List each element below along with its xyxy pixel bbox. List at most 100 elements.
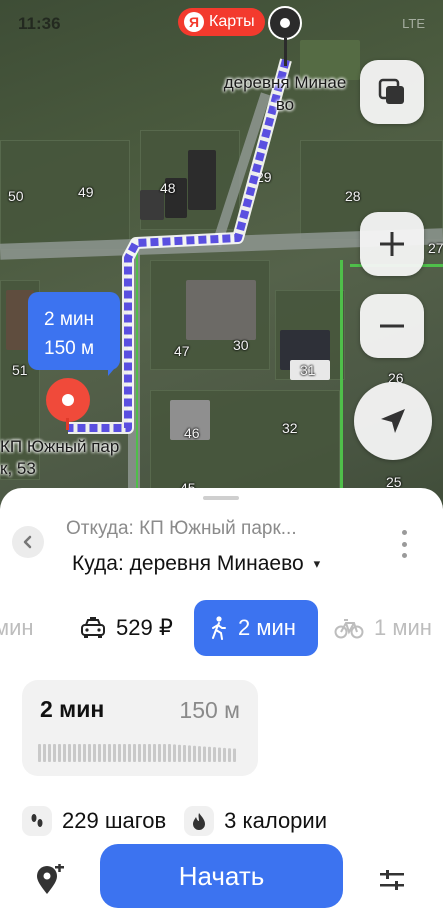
from-field[interactable]: Откуда: КП Южный парк... <box>66 518 297 540</box>
elevation-bar <box>158 744 161 762</box>
elevation-bar <box>163 744 166 762</box>
tab-walk[interactable]: 2 мин <box>194 600 318 656</box>
elevation-bar <box>78 744 81 762</box>
elevation-bar <box>213 747 216 762</box>
status-time: 11:36 <box>18 14 61 33</box>
elevation-bar <box>228 748 231 762</box>
elevation-bar <box>73 744 76 762</box>
calories-count: 3 калории <box>224 808 327 833</box>
taxi-icon <box>81 617 105 638</box>
zoom-out-button[interactable] <box>360 294 424 358</box>
elevation-bar <box>43 744 46 762</box>
elevation-profile <box>38 744 236 762</box>
zoom-in-button[interactable] <box>360 212 424 276</box>
footprints-icon <box>22 806 52 836</box>
elevation-bar <box>58 744 61 762</box>
walk-icon <box>212 616 226 640</box>
bike-icon <box>334 619 364 639</box>
sheet-grabber[interactable] <box>203 496 239 500</box>
more-dot-icon <box>401 530 407 535</box>
chevron-left-icon <box>23 535 32 549</box>
elevation-bar <box>108 744 111 762</box>
elevation-bar <box>188 745 191 762</box>
tab-label: 1 мин <box>374 615 432 640</box>
destination-label-line: деревня Минае <box>223 73 347 92</box>
elevation-bar <box>178 744 181 762</box>
more-dot-icon <box>401 553 407 558</box>
elevation-bar <box>63 744 66 762</box>
route-distance: 150 м <box>179 697 240 723</box>
elevation-bar <box>208 746 211 762</box>
elevation-bar <box>88 744 91 762</box>
tab-bike[interactable]: 1 мин <box>334 600 432 656</box>
elevation-bar <box>148 744 151 762</box>
elevation-bar <box>198 746 201 762</box>
elevation-bar <box>193 745 196 762</box>
destination-label: деревня Минае во <box>200 72 370 116</box>
route-info-bubble[interactable]: 2 мин 150 м <box>28 292 120 376</box>
route-settings-button[interactable] <box>372 860 412 900</box>
origin-label-line: КП Южный пар <box>0 437 120 456</box>
elevation-bar <box>83 744 86 762</box>
yandex-maps-badge: Я Карты <box>178 8 265 36</box>
add-location-icon <box>37 864 64 894</box>
elevation-bar <box>133 744 136 762</box>
elevation-bar <box>233 748 236 762</box>
locate-button[interactable] <box>354 382 432 460</box>
bubble-time: 2 мин <box>44 309 95 330</box>
elevation-bar <box>98 744 101 762</box>
route-time: 2 мин <box>40 696 105 722</box>
elevation-bar <box>48 744 51 762</box>
locate-icon <box>381 409 405 433</box>
elevation-bar <box>173 744 176 762</box>
back-button[interactable] <box>12 526 44 558</box>
yandex-logo-icon: Я <box>184 12 204 32</box>
elevation-bar <box>118 744 121 762</box>
tab-label: мин <box>0 615 34 640</box>
more-options-button[interactable] <box>398 530 410 558</box>
elevation-bar <box>153 744 156 762</box>
elevation-bar <box>203 746 206 762</box>
to-field-label: Куда: деревня Минаево <box>72 552 304 575</box>
elevation-bar <box>223 747 226 762</box>
more-dot-icon <box>401 541 407 547</box>
zoom-in-icon <box>380 232 404 256</box>
route-sheet: Откуда: КП Южный парк... Куда: деревня М… <box>0 488 443 910</box>
destination-label-line: во <box>275 95 295 114</box>
to-field[interactable]: Куда: деревня Минаево ▾ <box>72 552 320 576</box>
zoom-out-icon <box>380 324 404 328</box>
origin-pin-icon[interactable] <box>46 378 90 430</box>
dropdown-triangle-icon: ▾ <box>313 556 321 571</box>
tab-label: 2 мин <box>238 615 296 640</box>
route-option-card[interactable]: 2 мин 150 м <box>22 680 258 776</box>
layers-button[interactable] <box>360 60 424 124</box>
elevation-bar <box>168 744 171 762</box>
network-indicator: LTE <box>402 16 425 31</box>
elevation-bar <box>103 744 106 762</box>
tab-previous-mode[interactable]: мин <box>0 600 34 656</box>
elevation-bar <box>143 744 146 762</box>
origin-label-line: к, 53 <box>0 459 36 478</box>
flame-icon <box>184 806 215 836</box>
bubble-distance: 150 м <box>44 338 95 359</box>
elevation-bar <box>68 744 71 762</box>
elevation-bar <box>218 747 221 762</box>
route-stats: 229 шагов 3 калории <box>22 806 327 836</box>
brand-label: Карты <box>209 13 255 30</box>
elevation-bar <box>93 744 96 762</box>
tab-label: 529 ₽ <box>116 615 173 640</box>
elevation-bar <box>123 744 126 762</box>
add-waypoint-button[interactable] <box>30 860 70 900</box>
start-button[interactable]: Начать <box>100 844 343 908</box>
elevation-bar <box>113 744 116 762</box>
elevation-bar <box>38 744 41 762</box>
map-view[interactable]: 50 49 48 29 28 27 51 47 30 31 26 46 32 2… <box>0 0 443 520</box>
tab-taxi[interactable]: 529 ₽ <box>80 600 173 656</box>
transport-mode-tabs: мин 529 ₽ 2 мин 1 мин <box>0 600 443 656</box>
elevation-bar <box>53 744 56 762</box>
sliders-icon <box>380 870 404 890</box>
steps-count: 229 шагов <box>62 808 167 833</box>
destination-pin-icon[interactable] <box>268 6 302 66</box>
origin-label: КП Южный пар к, 53 <box>0 436 160 480</box>
elevation-bar <box>128 744 131 762</box>
